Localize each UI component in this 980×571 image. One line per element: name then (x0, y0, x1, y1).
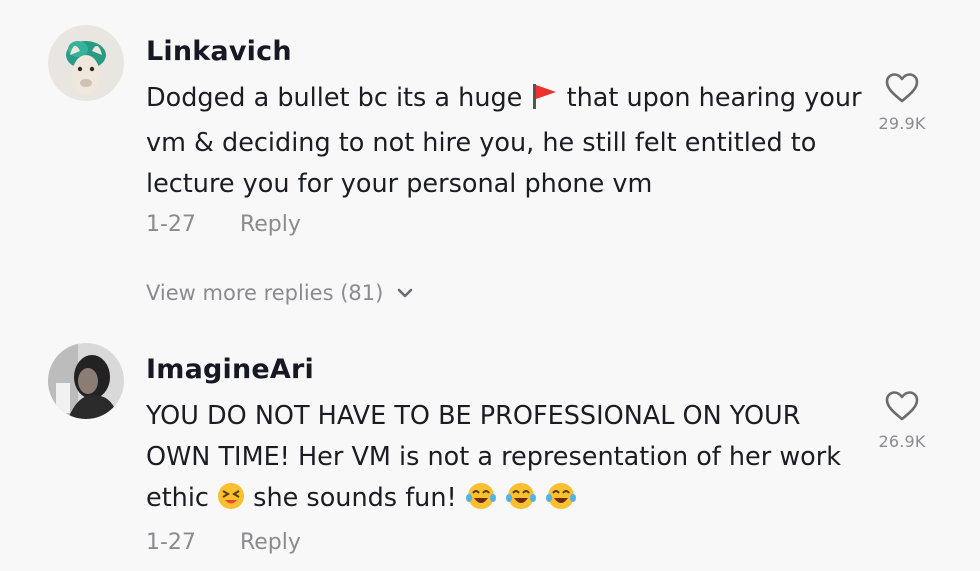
comment-text: YOU DO NOT HAVE TO BE PROFESSIONAL ON YO… (146, 396, 866, 523)
like-count: 26.9K (878, 432, 926, 451)
username[interactable]: ImagineAri (146, 354, 314, 385)
squinting-face-icon (217, 482, 245, 523)
heart-icon[interactable] (884, 390, 920, 422)
avatar[interactable] (48, 25, 124, 101)
red-flag-icon (530, 82, 558, 123)
reply-button[interactable]: Reply (240, 530, 301, 555)
like-count: 29.9K (878, 114, 926, 133)
view-more-replies-button[interactable]: View more replies (81) (146, 281, 413, 305)
comment-date: 1-27 (146, 530, 196, 555)
comment-date: 1-27 (146, 212, 196, 237)
tears-of-joy-icon (545, 482, 577, 523)
like-button[interactable]: 29.9K (870, 72, 934, 133)
reply-button[interactable]: Reply (240, 212, 301, 237)
tears-of-joy-icon (465, 482, 497, 523)
person-avatar (48, 343, 124, 419)
username[interactable]: Linkavich (146, 36, 292, 67)
llama-avatar (48, 25, 124, 101)
like-button[interactable]: 26.9K (870, 390, 934, 451)
chevron-down-icon (398, 288, 413, 298)
heart-icon[interactable] (884, 72, 920, 104)
comment-text: Dodged a bullet bc its a huge that upon … (146, 82, 862, 199)
comment-meta: 1-27 Reply (146, 530, 301, 555)
tears-of-joy-icon (505, 482, 537, 523)
comment-meta: 1-27 Reply (146, 212, 301, 237)
avatar[interactable] (48, 343, 124, 419)
